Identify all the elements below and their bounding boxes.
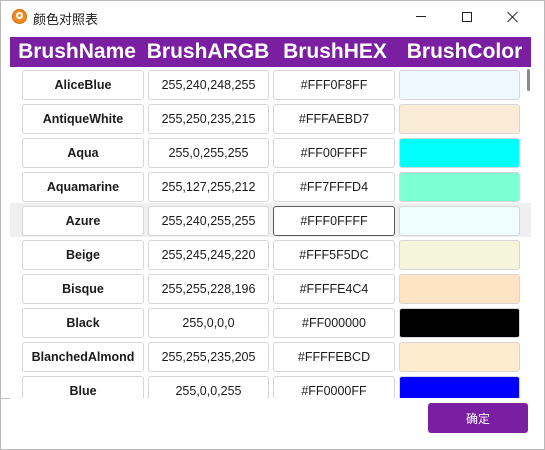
close-icon [507, 11, 519, 23]
cell-brush-argb[interactable]: 255,255,235,205 [148, 342, 269, 372]
table-header: BrushName BrushARGB BrushHEX BrushColor [10, 37, 531, 67]
table-row[interactable]: Aquamarine 255,127,255,212 #FF7FFFD4 [10, 169, 531, 203]
cell-brush-name[interactable]: Beige [22, 240, 144, 270]
color-swatch [399, 308, 520, 338]
cell-brush-hex[interactable]: #FFFFE4C4 [273, 274, 395, 304]
cell-brush-name[interactable]: Blue [22, 376, 144, 398]
cell-brush-argb[interactable]: 255,127,255,212 [148, 172, 269, 202]
cell-brush-name[interactable]: BlanchedAlmond [22, 342, 144, 372]
column-header-brushname[interactable]: BrushName [10, 37, 144, 67]
color-swatch [399, 274, 520, 304]
color-swatch [399, 342, 520, 372]
color-reference-window: 颜色对照表 BrushName BrushARGB BrushHEX Brush… [0, 0, 545, 450]
cell-brush-name[interactable]: AntiqueWhite [22, 104, 144, 134]
color-swatch [399, 206, 520, 236]
color-swatch [399, 240, 520, 270]
minimize-icon [416, 16, 426, 17]
app-logo-icon [12, 9, 27, 24]
column-header-brushcolor[interactable]: BrushColor [398, 37, 531, 67]
color-swatch [399, 376, 520, 398]
cell-brush-name[interactable]: Bisque [22, 274, 144, 304]
cell-brush-hex[interactable]: #FFF0FFFF [273, 206, 395, 236]
cell-brush-argb[interactable]: 255,0,255,255 [148, 138, 269, 168]
cell-brush-argb[interactable]: 255,0,0,255 [148, 376, 269, 398]
cell-brush-hex[interactable]: #FF00FFFF [273, 138, 395, 168]
cell-brush-hex[interactable]: #FF000000 [273, 308, 395, 338]
table-row[interactable]: Aqua 255,0,255,255 #FF00FFFF [10, 135, 531, 169]
title-bar[interactable]: 颜色对照表 [1, 1, 544, 32]
cell-brush-name[interactable]: Aquamarine [22, 172, 144, 202]
cell-brush-argb[interactable]: 255,240,248,255 [148, 70, 269, 100]
color-table-body[interactable]: AliceBlue 255,240,248,255 #FFF0F8FF Antique… [10, 67, 531, 398]
cell-brush-name[interactable]: Aqua [22, 138, 144, 168]
color-swatch [399, 104, 520, 134]
minimize-button[interactable] [398, 1, 444, 32]
color-swatch [399, 138, 520, 168]
table-row[interactable]: Black 255,0,0,0 #FF000000 [10, 305, 531, 339]
window-title: 颜色对照表 [33, 12, 99, 27]
vertical-scrollbar[interactable] [527, 69, 530, 91]
cell-brush-hex[interactable]: #FF0000FF [273, 376, 395, 398]
cell-brush-hex[interactable]: #FFF5F5DC [273, 240, 395, 270]
cell-brush-name[interactable]: Black [22, 308, 144, 338]
cell-brush-name[interactable]: Azure [22, 206, 144, 236]
maximize-button[interactable] [444, 1, 490, 32]
column-header-brushhex[interactable]: BrushHEX [272, 37, 398, 67]
cell-brush-argb[interactable]: 255,240,255,255 [148, 206, 269, 236]
table-row[interactable]: AntiqueWhite 255,250,235,215 #FFFAEBD7 [10, 101, 531, 135]
confirm-button[interactable]: 确定 [428, 403, 528, 433]
divider [1, 398, 10, 399]
color-swatch [399, 172, 520, 202]
table-row[interactable]: AliceBlue 255,240,248,255 #FFF0F8FF [10, 67, 531, 101]
table-row[interactable]: Blue 255,0,0,255 #FF0000FF [10, 373, 531, 398]
cell-brush-name[interactable]: AliceBlue [22, 70, 144, 100]
cell-brush-argb[interactable]: 255,250,235,215 [148, 104, 269, 134]
cell-brush-hex[interactable]: #FFFFEBCD [273, 342, 395, 372]
table-row[interactable]: Bisque 255,255,228,196 #FFFFE4C4 [10, 271, 531, 305]
table-row[interactable]: Azure 255,240,255,255 #FFF0FFFF [10, 203, 531, 237]
cell-brush-hex[interactable]: #FFF0F8FF [273, 70, 395, 100]
color-swatch [399, 70, 520, 100]
table-row[interactable]: BlanchedAlmond 255,255,235,205 #FFFFEBCD [10, 339, 531, 373]
cell-brush-argb[interactable]: 255,255,228,196 [148, 274, 269, 304]
column-header-brushargb[interactable]: BrushARGB [144, 37, 272, 67]
close-button[interactable] [490, 1, 536, 32]
cell-brush-hex[interactable]: #FF7FFFD4 [273, 172, 395, 202]
cell-brush-argb[interactable]: 255,0,0,0 [148, 308, 269, 338]
cell-brush-hex[interactable]: #FFFAEBD7 [273, 104, 395, 134]
table-row[interactable]: Beige 255,245,245,220 #FFF5F5DC [10, 237, 531, 271]
cell-brush-argb[interactable]: 255,245,245,220 [148, 240, 269, 270]
maximize-icon [462, 11, 472, 22]
